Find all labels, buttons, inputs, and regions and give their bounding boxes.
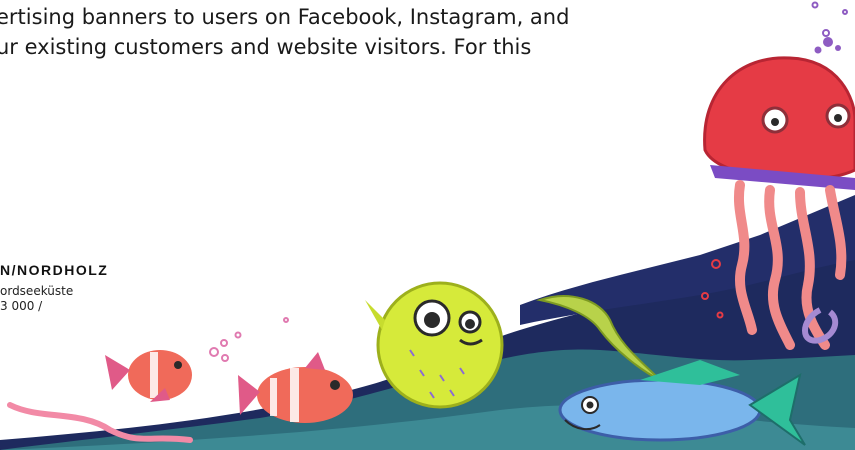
clownfish-left: [105, 350, 192, 402]
purple-bubble-cluster: [814, 37, 841, 54]
sea-creatures-illustration: [0, 1, 855, 450]
